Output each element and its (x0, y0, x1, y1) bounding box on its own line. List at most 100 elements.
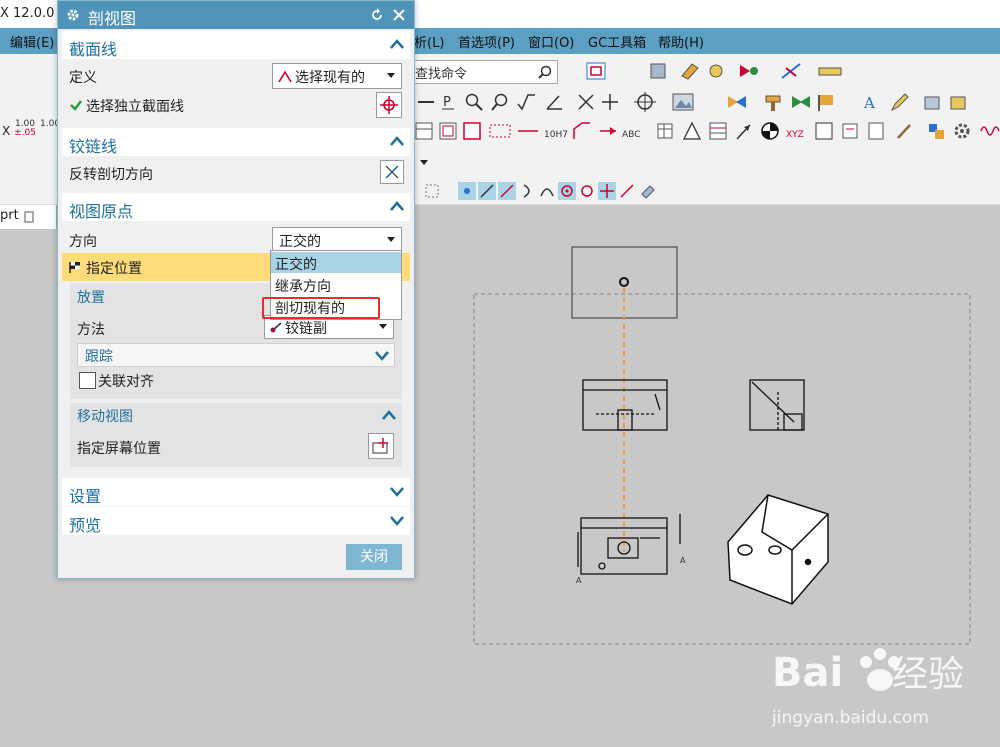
frame-icon[interactable] (462, 121, 482, 141)
xyz-label: XYZ (786, 130, 804, 140)
gear-icon[interactable] (66, 8, 80, 22)
cross-icon[interactable] (576, 92, 596, 112)
preview-header[interactable]: 预览 (62, 507, 410, 535)
arrow-dim-icon[interactable] (598, 121, 618, 141)
define-dropdown[interactable]: 选择现有的 (272, 63, 402, 89)
parts-list-icon[interactable] (708, 121, 728, 141)
snap-arc-icon[interactable] (538, 182, 556, 200)
fit-tolerance-tool[interactable]: 10H7 (544, 120, 568, 140)
hinge-line-header[interactable]: 铰链线 (62, 128, 410, 156)
pen-icon[interactable] (890, 92, 912, 112)
datum-target-icon[interactable] (760, 121, 780, 141)
center-mark-icon[interactable] (634, 92, 656, 112)
chevron-up-icon[interactable] (390, 37, 404, 51)
search-input[interactable]: 查找命令 (415, 63, 467, 82)
text-style-icon[interactable]: A (862, 92, 884, 112)
track-subgroup[interactable]: 跟踪 (77, 343, 395, 367)
option-orthographic[interactable]: 正交的 (271, 252, 401, 273)
reverse-direction-button[interactable] (380, 160, 404, 184)
note-icon[interactable] (840, 121, 860, 141)
edit-tool-icon[interactable] (680, 62, 700, 80)
snap-face-icon[interactable] (638, 182, 656, 200)
abc-tool[interactable]: ABC (622, 130, 640, 140)
line-tool-icon[interactable] (416, 92, 436, 112)
reset-icon[interactable] (370, 8, 384, 22)
tolerance-tool-1[interactable]: 1.00 ±.05 (12, 120, 38, 138)
box-icon[interactable] (922, 92, 944, 112)
screen-position-button[interactable] (368, 433, 394, 459)
sheet-icon[interactable] (438, 121, 458, 141)
snap-center-icon[interactable] (558, 182, 576, 200)
width-dim-icon[interactable] (516, 121, 540, 141)
associate-align-checkbox[interactable] (79, 372, 96, 389)
part-tab[interactable]: prt (0, 205, 57, 229)
zoom-icon[interactable] (464, 92, 484, 112)
orange-arrow-icon[interactable] (726, 92, 748, 112)
search-icon[interactable] (537, 64, 553, 80)
dropdown-arrow-icon[interactable] (418, 156, 430, 168)
doc-icon[interactable] (866, 121, 886, 141)
section-line-header[interactable]: 截面线 (62, 31, 410, 59)
chamfer-icon[interactable] (572, 121, 592, 141)
chevron-up-icon[interactable] (390, 199, 404, 213)
abc-label: ABC (622, 130, 641, 140)
snap-point-icon[interactable] (618, 182, 636, 200)
snap-curve-icon[interactable] (520, 182, 538, 200)
chevron-up-icon[interactable] (382, 408, 396, 422)
snap-line-icon[interactable] (478, 182, 496, 200)
wave-icon[interactable] (980, 121, 1000, 141)
palette-icon[interactable] (926, 121, 946, 141)
image-icon[interactable] (672, 92, 694, 112)
leader-icon[interactable] (734, 121, 754, 141)
chevron-up-icon[interactable] (390, 134, 404, 148)
sqrt-icon[interactable] (516, 92, 536, 112)
option-inherit-direction[interactable]: 继承方向 (271, 274, 401, 295)
tangent-icon[interactable] (600, 92, 620, 112)
watermark-url: jingyan.baidu.com (772, 708, 929, 728)
grid-dim-icon[interactable] (488, 121, 512, 141)
close-button[interactable]: 关闭 (346, 544, 402, 570)
command-search[interactable]: 查找命令 (412, 60, 558, 84)
file-icon (24, 211, 34, 223)
chevron-down-icon[interactable] (375, 348, 389, 362)
snap-intersection-icon[interactable] (598, 182, 616, 200)
menu-window[interactable]: 窗口(O) (528, 32, 574, 51)
brush-icon[interactable] (894, 121, 914, 141)
dialog-titlebar[interactable]: 剖视图 (58, 1, 414, 29)
snap-endpoint-icon[interactable] (458, 182, 476, 200)
angle-icon[interactable] (544, 92, 564, 112)
flag-icon[interactable] (816, 92, 838, 112)
chevron-down-icon[interactable] (390, 513, 404, 527)
menu-help[interactable]: 帮助(H) (658, 32, 704, 51)
snap-midpoint-icon[interactable] (498, 182, 516, 200)
gear-icon[interactable] (952, 121, 972, 141)
layer-icon[interactable] (648, 62, 668, 80)
settings-header[interactable]: 设置 (62, 478, 410, 506)
select-box-icon[interactable] (424, 183, 440, 199)
view-origin-header[interactable]: 视图原点 (62, 193, 410, 221)
triangle-icon[interactable] (682, 121, 702, 141)
dimension-icon[interactable] (780, 62, 802, 80)
text-p-icon[interactable]: P (440, 92, 456, 112)
table-insert-icon[interactable] (656, 121, 676, 141)
menu-preferences[interactable]: 首选项(P) (458, 32, 515, 51)
settings-title: 设置 (69, 487, 102, 506)
select-section-line-button[interactable] (376, 92, 402, 118)
menu-analysis[interactable]: 析(L) (414, 32, 444, 51)
menu-edit[interactable]: 编辑(E) (10, 32, 54, 51)
chevron-down-icon[interactable] (390, 484, 404, 498)
xyz-tool[interactable]: XYZ (786, 130, 804, 140)
snap-quadrant-icon[interactable] (578, 182, 596, 200)
cube-icon[interactable] (948, 92, 970, 112)
blank-box-icon[interactable] (814, 121, 834, 141)
table-icon[interactable] (414, 121, 434, 141)
ruler-icon[interactable] (818, 62, 842, 80)
close-icon[interactable] (392, 8, 406, 22)
hammer-icon[interactable] (762, 92, 784, 112)
wrench-icon[interactable] (706, 62, 726, 80)
menu-gc-toolbox[interactable]: GC工具箱 (588, 32, 646, 51)
zoom-fit-icon[interactable] (490, 92, 510, 112)
snap-icon[interactable] (738, 62, 760, 80)
view-fit-icon[interactable] (586, 62, 606, 80)
green-node-icon[interactable] (790, 92, 812, 112)
